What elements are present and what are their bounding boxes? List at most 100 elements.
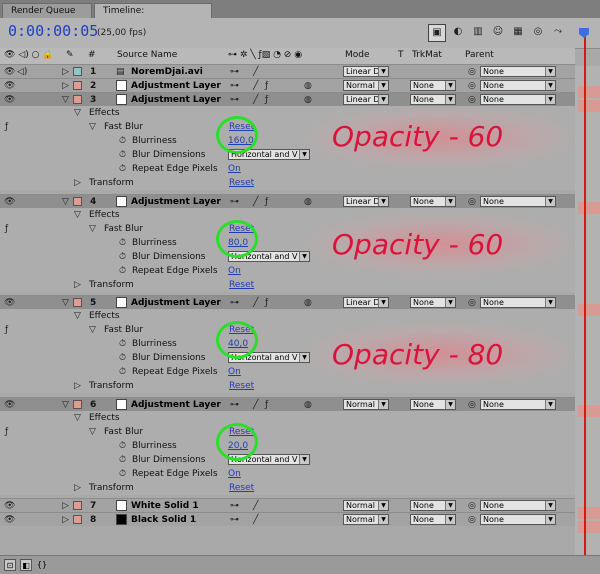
current-time-indicator[interactable] xyxy=(584,30,586,555)
shy-switch-icon[interactable]: ⊶ xyxy=(230,514,239,526)
layer-duration-bar[interactable] xyxy=(578,521,600,533)
repeat-edge-pixels-value[interactable]: On xyxy=(228,366,241,378)
draft-3d-icon[interactable]: ▥ xyxy=(470,24,486,40)
eye-icon[interactable]: 👁 xyxy=(4,514,15,526)
shy-switch-icon[interactable]: ⊶ xyxy=(230,66,239,78)
live-update-icon[interactable]: ◐ xyxy=(450,24,466,40)
trkmat-select[interactable]: None ▼ xyxy=(410,399,456,410)
blend-mode-select[interactable]: Linear D ▼ xyxy=(343,66,389,77)
transform-row[interactable]: ▷ Transform Reset xyxy=(0,278,575,292)
layer-name[interactable]: Adjustment Layer xyxy=(131,297,221,309)
parent-pickwhip-icon[interactable]: ◎ xyxy=(468,297,476,309)
layer-row-8[interactable]: 👁 ▷ 8 Black Solid 1 ⊶ ╱ Normal ▼ None ▼ ◎ … xyxy=(0,512,575,526)
label-color-swatch[interactable] xyxy=(73,400,82,409)
current-time-display[interactable]: 0:00:00:05 xyxy=(8,22,98,40)
collapse-triangle-icon[interactable]: ▽ xyxy=(62,196,69,208)
expand-triangle-icon[interactable]: ▷ xyxy=(74,482,81,494)
motion-blur-icon[interactable]: ◎ xyxy=(530,24,546,40)
transform-row[interactable]: ▷ Transform Reset xyxy=(0,481,575,495)
quality-switch-icon[interactable]: ╱ xyxy=(253,500,258,512)
collapse-triangle-icon[interactable]: ▽ xyxy=(62,297,69,309)
parent-select[interactable]: None ▼ xyxy=(480,80,556,91)
layer-row-4[interactable]: 👁 ▽ 4 Adjustment Layer ⊶ ╱ ƒ ◍ Linear D ▼… xyxy=(0,194,575,208)
label-color-swatch[interactable] xyxy=(73,81,82,90)
eye-icon[interactable]: 👁 xyxy=(4,399,15,411)
toggle-switches-icon[interactable]: ⊡ xyxy=(4,559,16,571)
effect-toggle-icon[interactable]: ƒ xyxy=(5,426,8,438)
trkmat-select[interactable]: None ▼ xyxy=(410,500,456,511)
parent-pickwhip-icon[interactable]: ◎ xyxy=(468,514,476,526)
eye-icon[interactable]: 👁 xyxy=(4,94,15,106)
transform-reset-link[interactable]: Reset xyxy=(229,482,254,494)
trkmat-select[interactable]: None ▼ xyxy=(410,297,456,308)
source-name-header[interactable]: Source Name xyxy=(117,50,177,60)
collapse-triangle-icon[interactable]: ▽ xyxy=(74,310,81,322)
label-color-swatch[interactable] xyxy=(73,298,82,307)
eye-icon[interactable]: 👁 xyxy=(4,66,15,78)
eye-icon[interactable]: 👁 xyxy=(4,297,15,309)
layer-row-3[interactable]: 👁 ▽ 3 Adjustment Layer ⊶ ╱ ƒ ◍ Linear D ▼… xyxy=(0,92,575,106)
audio-icon[interactable]: ◁) xyxy=(17,66,27,78)
stopwatch-icon[interactable]: ⏱ xyxy=(119,237,126,249)
layer-row-7[interactable]: 👁 ▷ 7 White Solid 1 ⊶ ╱ Normal ▼ None ▼ ◎ … xyxy=(0,498,575,512)
shy-switch-icon[interactable]: ⊶ xyxy=(230,196,239,208)
transform-reset-link[interactable]: Reset xyxy=(229,279,254,291)
expand-triangle-icon[interactable]: ▷ xyxy=(62,66,69,78)
trkmat-select[interactable]: None ▼ xyxy=(410,514,456,525)
layer-name[interactable]: Adjustment Layer xyxy=(131,94,221,106)
parent-pickwhip-icon[interactable]: ◎ xyxy=(468,500,476,512)
blend-mode-select[interactable]: Linear D ▼ xyxy=(343,196,389,207)
layer-row-5[interactable]: 👁 ▽ 5 Adjustment Layer ⊶ ╱ ƒ ◍ Linear D ▼… xyxy=(0,295,575,309)
shy-switch-icon[interactable]: ⊶ xyxy=(230,500,239,512)
effect-switch-icon[interactable]: ƒ xyxy=(265,297,268,309)
tab-render-queue[interactable]: Render Queue xyxy=(2,3,92,18)
adjustment-layer-switch-icon[interactable]: ◍ xyxy=(304,399,312,411)
collapse-triangle-icon[interactable]: ▽ xyxy=(89,324,96,336)
quality-switch-icon[interactable]: ╱ xyxy=(253,80,258,92)
quality-switch-icon[interactable]: ╱ xyxy=(253,514,258,526)
parent-pickwhip-icon[interactable]: ◎ xyxy=(468,196,476,208)
layer-name[interactable]: Adjustment Layer xyxy=(131,399,221,411)
effects-group-row[interactable]: ▽ Effects xyxy=(0,411,575,425)
collapse-triangle-icon[interactable]: ▽ xyxy=(74,412,81,424)
adjustment-layer-switch-icon[interactable]: ◍ xyxy=(304,94,312,106)
blend-mode-select[interactable]: Normal ▼ xyxy=(343,514,389,525)
stopwatch-icon[interactable]: ⏱ xyxy=(119,366,126,378)
collapse-triangle-icon[interactable]: ▽ xyxy=(74,209,81,221)
tab-timeline[interactable]: Timeline: NoremDjaix xyxy=(94,3,212,31)
expand-triangle-icon[interactable]: ▷ xyxy=(74,177,81,189)
expand-panes-icon[interactable]: {} xyxy=(36,559,48,571)
parent-pickwhip-icon[interactable]: ◎ xyxy=(468,399,476,411)
transform-reset-link[interactable]: Reset xyxy=(229,380,254,392)
layer-duration-bar[interactable] xyxy=(578,405,600,417)
quality-switch-icon[interactable]: ╱ xyxy=(253,399,258,411)
effect-toggle-icon[interactable]: ƒ xyxy=(5,121,8,133)
parent-pickwhip-icon[interactable]: ◎ xyxy=(468,66,476,78)
shy-switch-icon[interactable]: ⊶ xyxy=(230,80,239,92)
blend-mode-select[interactable]: Linear D ▼ xyxy=(343,297,389,308)
layer-row-2[interactable]: 👁 ▷ 2 Adjustment Layer ⊶ ╱ ƒ ◍ Normal ▼ N… xyxy=(0,78,575,92)
quality-switch-icon[interactable]: ╱ xyxy=(253,94,258,106)
graph-editor-icon[interactable]: ⤳ xyxy=(550,24,566,40)
collapse-triangle-icon[interactable]: ▽ xyxy=(62,399,69,411)
label-color-swatch[interactable] xyxy=(73,515,82,524)
stopwatch-icon[interactable]: ⏱ xyxy=(119,149,126,161)
layer-duration-bar[interactable] xyxy=(578,304,600,316)
blend-mode-select[interactable]: Normal ▼ xyxy=(343,399,389,410)
effect-switch-icon[interactable]: ƒ xyxy=(265,399,268,411)
stopwatch-icon[interactable]: ⏱ xyxy=(119,468,126,480)
quality-switch-icon[interactable]: ╱ xyxy=(253,297,258,309)
stopwatch-icon[interactable]: ⏱ xyxy=(119,338,126,350)
label-color-swatch[interactable] xyxy=(73,67,82,76)
label-color-swatch[interactable] xyxy=(73,95,82,104)
effect-switch-icon[interactable]: ƒ xyxy=(265,80,268,92)
repeat-edge-pixels-value[interactable]: On xyxy=(228,468,241,480)
layer-duration-bar[interactable] xyxy=(578,202,600,214)
parent-select[interactable]: None ▼ xyxy=(480,94,556,105)
transform-reset-link[interactable]: Reset xyxy=(229,177,254,189)
stopwatch-icon[interactable]: ⏱ xyxy=(119,265,126,277)
comp-mini-flowchart-icon[interactable]: ▣ xyxy=(428,24,446,42)
expand-triangle-icon[interactable]: ▷ xyxy=(74,279,81,291)
expand-triangle-icon[interactable]: ▷ xyxy=(62,514,69,526)
eye-icon[interactable]: 👁 xyxy=(4,196,15,208)
